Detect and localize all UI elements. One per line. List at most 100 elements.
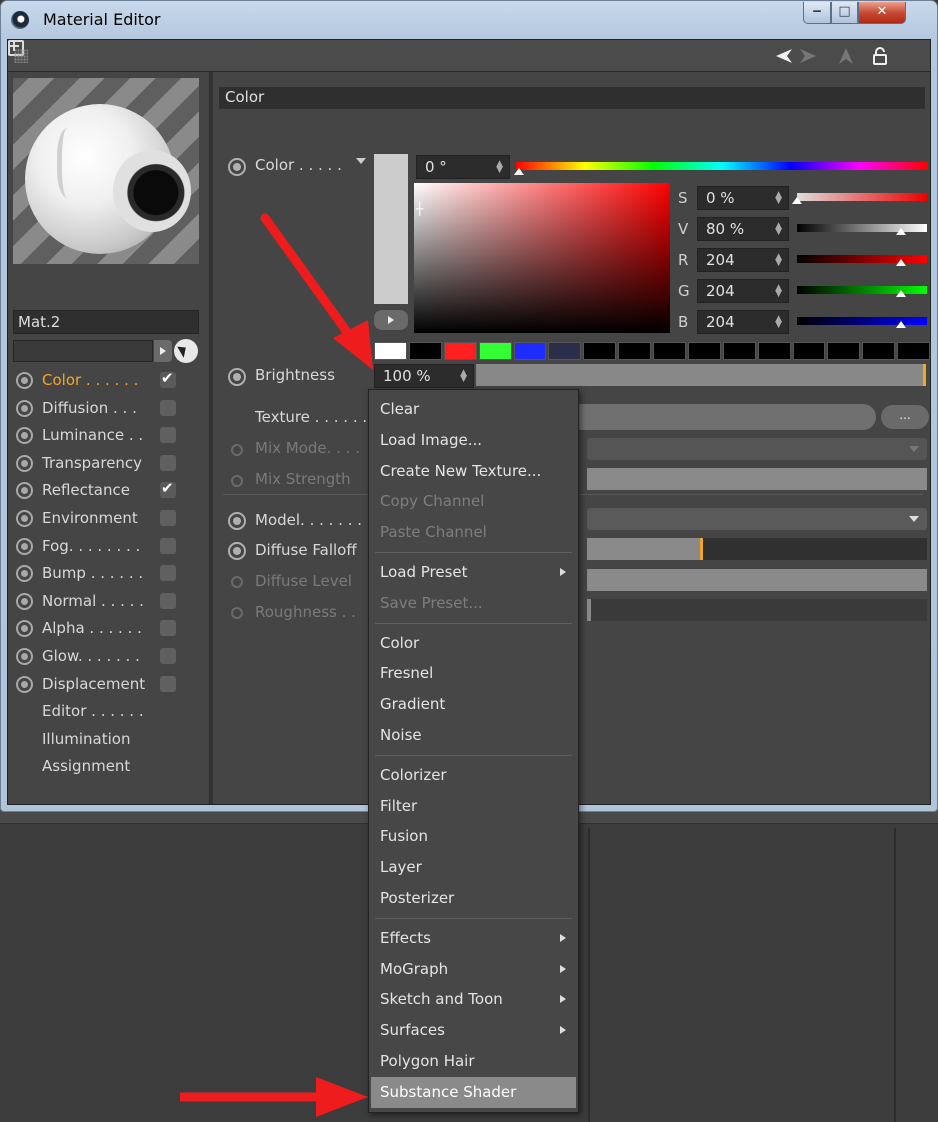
menu-item[interactable]: Colorizer [369,760,578,791]
hue-spinner-icon[interactable]: ▲ ▼ [496,160,503,175]
spinner-icon[interactable]: ▲ ▼ [775,191,782,206]
color-preset-swatch[interactable] [722,342,756,360]
menu-item[interactable]: Sketch and Toon [369,984,578,1015]
mix-strength-radio[interactable] [231,475,243,487]
forward-arrow-icon[interactable] [798,46,818,66]
value-field[interactable]: 80 % ▲ ▼ [697,217,789,241]
saturation-field[interactable]: 0 % ▲ ▼ [697,186,789,210]
maximize-button[interactable]: □ [831,2,858,24]
spinner-icon[interactable]: ▲ ▼ [775,284,782,299]
channel-radio-icon[interactable] [16,565,33,583]
hue-slider[interactable] [516,162,928,170]
channel-checkbox[interactable] [160,509,176,526]
channel-item[interactable]: Editor . . . . . . [14,698,204,726]
channel-radio-icon[interactable] [16,675,33,693]
blue-field[interactable]: 204 ▲ ▼ [697,310,789,334]
roughness-radio[interactable] [231,607,243,619]
color-preset-swatch[interactable] [757,342,791,360]
mix-strength-slider[interactable] [587,468,927,490]
slider-thumb[interactable] [896,259,906,266]
color-preset-swatch[interactable] [618,342,651,360]
color-preset-swatch[interactable] [792,342,826,360]
channel-item[interactable]: Illumination [14,726,204,754]
roughness-slider[interactable] [587,599,927,621]
lock-icon[interactable] [870,46,890,66]
channel-item[interactable]: Luminance . . [14,422,204,450]
channel-item[interactable]: Bump . . . . . . [14,560,204,588]
diffuse-falloff-slider[interactable] [587,538,927,560]
channel-checkbox[interactable] [160,647,176,664]
red-field[interactable]: 204 ▲ ▼ [697,248,789,272]
channel-checkbox[interactable] [160,454,176,471]
texture-browse-button[interactable]: ... [881,405,929,429]
slider-thumb[interactable] [792,197,802,204]
channel-item[interactable]: Glow. . . . . . . [14,643,204,671]
channel-item[interactable]: Displacement [14,671,204,699]
channel-item[interactable]: Fog. . . . . . . . [14,533,204,561]
color-animate-radio[interactable] [228,158,246,176]
color-preset-swatch[interactable] [478,342,512,360]
saturation-slider[interactable] [797,193,927,201]
channel-item[interactable]: Alpha . . . . . . [14,615,204,643]
channel-radio-icon[interactable] [16,399,33,417]
channel-item[interactable]: Environment [14,505,204,533]
menu-item[interactable]: Clear [369,394,578,425]
grip-icon[interactable] [14,49,28,63]
menu-item[interactable]: Load Preset [369,557,578,588]
menu-item[interactable]: Fresnel [369,658,578,689]
channel-checkbox[interactable] [160,427,176,444]
color-preset-swatch[interactable] [443,342,477,360]
slider-thumb[interactable] [896,228,906,235]
spinner-icon[interactable]: ▲ ▼ [775,222,782,237]
channel-checkbox[interactable] [160,620,176,637]
color-preset-swatch[interactable] [548,342,582,360]
menu-item[interactable]: Polygon Hair [369,1046,578,1077]
menu-item[interactable]: Surfaces [369,1015,578,1046]
channel-radio-icon[interactable] [16,620,33,638]
menu-item[interactable]: MoGraph [369,954,578,985]
material-preview[interactable] [13,78,199,264]
channel-checkbox[interactable] [160,565,176,582]
channel-checkbox[interactable] [160,399,176,416]
blue-slider[interactable] [797,317,927,325]
hue-field[interactable]: 0 ° ▲ ▼ [416,155,510,179]
channel-radio-icon[interactable] [16,537,33,555]
hue-slider-thumb[interactable] [514,168,524,175]
menu-item[interactable]: Filter [369,791,578,822]
color-preset-swatch[interactable] [408,342,442,360]
diffuse-falloff-radio[interactable] [228,542,246,560]
channel-item[interactable]: Assignment [14,753,204,781]
brightness-slider[interactable] [476,364,926,386]
pick-cursor-icon[interactable] [174,339,198,363]
channel-item[interactable]: Transparency [14,450,204,478]
channel-checkbox[interactable] [160,675,176,692]
color-preset-swatch[interactable] [827,342,861,360]
menu-item[interactable]: Create New Texture... [369,456,578,487]
minimize-button[interactable]: ‒ [803,2,831,24]
color-preset-swatch[interactable] [653,342,686,360]
channel-item[interactable]: Reflectance [14,477,204,505]
menu-item[interactable]: Gradient [369,689,578,720]
channel-radio-icon[interactable] [16,427,33,445]
slider-thumb[interactable] [896,290,906,297]
channel-checkbox[interactable] [160,537,176,554]
back-arrow-icon[interactable] [774,46,794,66]
saturation-value-picker[interactable] [414,183,670,333]
channel-item[interactable]: Normal . . . . . [14,588,204,616]
color-preset-swatch[interactable] [862,342,896,360]
spinner-icon[interactable]: ▲ ▼ [775,253,782,268]
channel-radio-icon[interactable] [16,454,33,472]
title-bar[interactable]: Material Editor ‒ □ ✕ [1,1,937,39]
channel-radio-icon[interactable] [16,372,33,389]
channel-radio-icon[interactable] [16,592,33,610]
green-slider[interactable] [797,286,927,294]
menu-item[interactable]: Substance Shader [371,1076,576,1108]
spinner-icon[interactable]: ▲ ▼ [460,369,467,384]
menu-item[interactable]: Fusion [369,821,578,852]
spinner-icon[interactable]: ▲ ▼ [775,315,782,330]
red-slider[interactable] [797,255,927,263]
channel-radio-icon[interactable] [16,482,33,500]
channel-radio-icon[interactable] [16,647,33,665]
model-dropdown[interactable] [587,508,927,530]
menu-item[interactable]: Noise [369,720,578,751]
